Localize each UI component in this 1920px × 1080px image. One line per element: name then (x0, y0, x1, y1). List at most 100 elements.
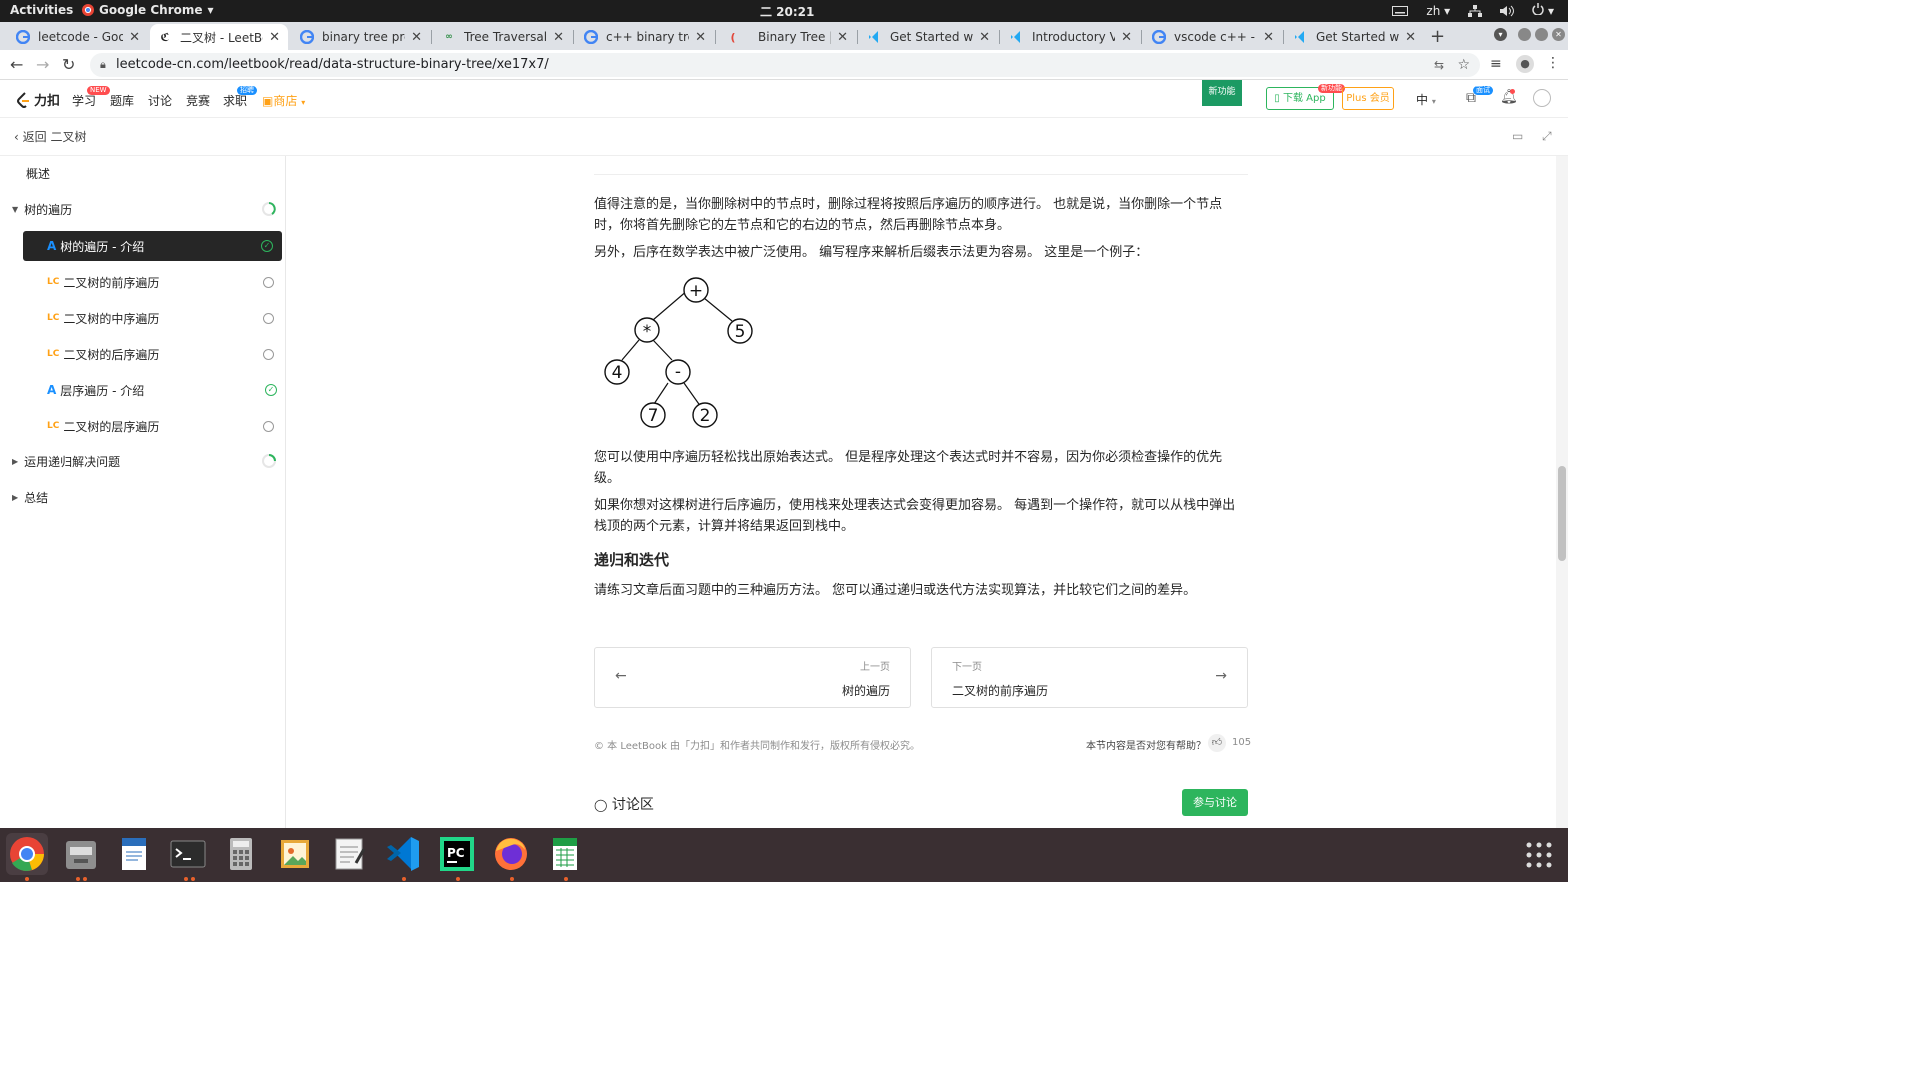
firefox-app-icon[interactable] (490, 833, 532, 875)
tab-get-started-2[interactable]: Get Started wit ✕ (1286, 24, 1424, 50)
kebab-menu-icon[interactable]: ⋮ (1546, 55, 1560, 71)
maximize-button[interactable] (1535, 28, 1548, 41)
language-switch[interactable]: 中 ▾ (1416, 91, 1436, 108)
forward-arrow-icon[interactable]: → (36, 55, 49, 74)
vscode-icon (1294, 30, 1308, 44)
writer-app-icon[interactable] (113, 833, 155, 875)
tab-title: leetcode - Goog (38, 30, 124, 44)
nav-discuss[interactable]: 讨论 (148, 92, 172, 109)
arrow-right-icon: → (1215, 668, 1227, 684)
tab-cpp-binary-tree[interactable]: c++ binary tree ✕ (576, 24, 714, 50)
scrollbar-thumb[interactable] (1558, 466, 1566, 561)
close-icon[interactable]: ✕ (837, 30, 848, 45)
calc-spreadsheet-app-icon[interactable] (544, 833, 586, 875)
close-icon[interactable]: ✕ (1263, 30, 1274, 45)
logo-text: 力扣 (34, 94, 61, 109)
bell-icon[interactable]: 🔔︎ (1500, 89, 1518, 105)
close-icon[interactable]: ✕ (129, 30, 140, 45)
vscode-app-icon[interactable] (382, 833, 424, 875)
toc-overview-label: 概述 (26, 166, 51, 181)
tree-node: 7 (648, 406, 659, 426)
media-control-icon[interactable]: ≡ (1490, 56, 1502, 72)
toc-item-levelorder[interactable]: LC 二叉树的层序遍历 (0, 411, 286, 441)
back-arrow-icon[interactable]: ← (10, 55, 23, 74)
app-name: Google Chrome (99, 3, 203, 17)
calculator-app-icon[interactable] (220, 833, 262, 875)
tab-leetcode-google[interactable]: leetcode - Goog ✕ (8, 24, 148, 50)
leetcode-icon: ℭ (160, 30, 170, 44)
tree-node: 5 (735, 322, 746, 342)
close-icon[interactable]: ✕ (553, 30, 564, 45)
empty-circle-icon (263, 420, 274, 432)
plus-member-button[interactable]: Plus 会员 (1342, 87, 1394, 110)
tab-binary-tree-pre[interactable]: binary tree pre ✕ (292, 24, 430, 50)
tab-search-icon[interactable]: ▾ (1494, 28, 1507, 41)
close-icon[interactable]: ✕ (695, 30, 706, 45)
toc-section-summary[interactable]: ▶ 总结 (0, 482, 286, 512)
tab-binary-tree-leetbook[interactable]: ℭ 二叉树 - LeetBo ✕ (150, 24, 288, 50)
system-top-bar: Activities Google Chrome ▾ 二 20:21 zh ▾ … (0, 0, 1568, 22)
chrome-app-icon[interactable] (6, 833, 48, 875)
tab-title: Get Started wit (1316, 30, 1400, 44)
system-tray[interactable]: zh ▾ ▾ (1392, 3, 1554, 18)
nav-problems[interactable]: 题库 (110, 92, 134, 109)
tab-title: Get Started with (890, 30, 974, 44)
dock: PC (0, 828, 1568, 882)
close-icon[interactable]: ✕ (1405, 30, 1416, 45)
logo[interactable]: 力扣 (16, 90, 60, 109)
translate-icon[interactable]: ⇆ (1434, 53, 1444, 77)
new-tab-button[interactable]: + (1430, 26, 1445, 47)
toc-item-postorder[interactable]: LC 二叉树的后序遍历 (0, 339, 286, 369)
join-discussion-button[interactable]: 参与讨论 (1182, 789, 1248, 816)
show-apps-button[interactable] (1524, 840, 1554, 870)
back-to-book-link[interactable]: ‹ 返回 二叉树 (14, 128, 86, 145)
toc-item-label: 树的遍历 - 介绍 (60, 239, 145, 254)
nav-store[interactable]: ▣商店 ▾ (262, 92, 305, 109)
window-close-button[interactable]: ✕ (1552, 28, 1565, 41)
paragraph: 您可以使用中序遍历轻松找出原始表达式。 但是程序处理这个表达式时并不容易，因为你… (594, 450, 1223, 486)
toc-item-inorder[interactable]: LC 二叉树的中序遍历 (0, 303, 286, 333)
tab-get-started-1[interactable]: Get Started with ✕ (860, 24, 998, 50)
close-icon[interactable]: ✕ (1121, 30, 1132, 45)
next-page-card[interactable]: 下一页 二叉树的前序遍历 → (931, 647, 1248, 708)
power-menu[interactable]: ▾ (1532, 3, 1554, 18)
thumbs-up-icon[interactable]: 👍︎ (1208, 734, 1226, 752)
tab-tree-traversals[interactable]: ∞ Tree Traversals ✕ (434, 24, 572, 50)
image-viewer-app-icon[interactable] (274, 833, 316, 875)
address-bar[interactable]: 🔒︎ leetcode-cn.com/leetbook/read/data-st… (90, 53, 1480, 77)
reload-icon[interactable]: ↻ (62, 55, 75, 74)
fullscreen-icon[interactable]: ⤢ (1542, 129, 1552, 144)
url-text: leetcode-cn.com/leetbook/read/data-struc… (116, 57, 549, 72)
tab-vscode-cpp[interactable]: vscode c++ - Goo ✕ (1144, 24, 1282, 50)
input-language[interactable]: zh ▾ (1426, 4, 1450, 18)
toc-section-recursion[interactable]: ▶ 运用递归解决问题 (0, 446, 286, 476)
toc-item-levelorder-intro[interactable]: A 层序遍历 - 介绍 ✓ (0, 375, 286, 405)
clock[interactable]: 二 20:21 (760, 3, 814, 20)
minimize-button[interactable] (1518, 28, 1531, 41)
close-icon[interactable]: ✕ (269, 30, 280, 45)
files-app-icon[interactable] (60, 833, 102, 875)
tab-introductory-video[interactable]: Introductory Vi ✕ (1002, 24, 1140, 50)
terminal-app-icon[interactable] (167, 833, 209, 875)
scrollbar[interactable] (1556, 156, 1568, 828)
tab-binary-tree-set[interactable]: ( Binary Tree | Se ✕ (718, 24, 856, 50)
nav-contest[interactable]: 竞赛 (186, 92, 210, 109)
toc-section-traversal[interactable]: ▼ 树的遍历 (0, 194, 286, 224)
close-icon[interactable]: ✕ (411, 30, 422, 45)
toc-item-traversal-intro[interactable]: A 树的遍历 - 介绍 ✓ (23, 231, 282, 261)
toc-item-preorder[interactable]: LC 二叉树的前序遍历 (0, 267, 286, 297)
new-feature-banner[interactable]: 新功能 (1202, 80, 1242, 106)
text-editor-app-icon[interactable] (328, 833, 370, 875)
avatar[interactable] (1533, 89, 1551, 107)
profile-icon[interactable]: ● (1516, 55, 1534, 73)
activities-button[interactable]: Activities (10, 3, 73, 17)
pycharm-app-icon[interactable]: PC (436, 833, 478, 875)
prev-page-card[interactable]: ← 上一页 树的遍历 (594, 647, 911, 708)
toc-overview[interactable]: 概述 (0, 158, 286, 188)
app-menu[interactable]: Google Chrome ▾ (82, 3, 214, 17)
close-icon[interactable]: ✕ (979, 30, 990, 45)
prev-label: 上一页 (860, 662, 890, 673)
feedback-icon[interactable]: ▭ (1512, 129, 1523, 143)
star-icon[interactable]: ☆ (1457, 53, 1470, 77)
toolbar: ← → ↻ 🔒︎ leetcode-cn.com/leetbook/read/d… (0, 50, 1568, 80)
